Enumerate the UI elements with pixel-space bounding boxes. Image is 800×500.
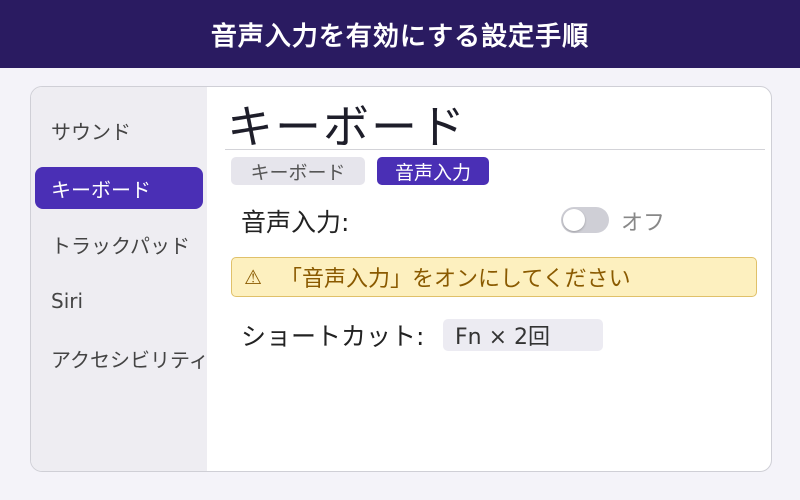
sidebar-item-sound[interactable]: サウンド — [35, 109, 203, 151]
tab-label: キーボード — [250, 161, 346, 184]
sidebar-item-label: サウンド — [51, 119, 131, 144]
tab-dictation[interactable]: 音声入力 — [377, 157, 489, 185]
instruction-header: 音声入力を有効にする設定手順 — [0, 0, 800, 68]
toggle-state-label: オフ — [621, 211, 666, 236]
dictation-label: 音声入力: — [241, 208, 350, 237]
warning-banner: ⚠ 「音声入力」をオンにしてください — [231, 257, 757, 297]
toggle-knob — [563, 209, 585, 231]
warning-text: 「音声入力」をオンにしてください — [280, 267, 631, 292]
shortcut-value: Fn × 2回 — [455, 325, 551, 350]
sidebar-item-siri[interactable]: Siri — [35, 280, 203, 322]
title-divider — [225, 149, 765, 150]
dictation-toggle[interactable] — [561, 207, 609, 233]
sidebar-item-label: Siri — [51, 289, 84, 313]
sidebar-item-accessibility[interactable]: アクセシビリティ — [35, 337, 209, 379]
shortcut-selector[interactable]: Fn × 2回 — [443, 319, 603, 351]
warning-triangle-icon: ⚠ — [244, 265, 262, 289]
instruction-title: 音声入力を有効にする設定手順 — [210, 21, 590, 52]
page-title: キーボード — [227, 100, 467, 154]
shortcut-label: ショートカット: — [241, 322, 425, 351]
sidebar-item-label: トラックパッド — [51, 233, 190, 258]
sidebar-item-keyboard[interactable]: キーボード — [35, 167, 203, 209]
sidebar-item-trackpad[interactable]: トラックパッド — [35, 223, 203, 265]
sidebar-item-label: キーボード — [51, 177, 151, 202]
settings-pane: キーボード キーボード 音声入力 音声入力: オフ ⚠ 「音声入力」をオンにして… — [207, 87, 771, 471]
tab-label: 音声入力 — [394, 161, 471, 184]
sidebar-item-label: アクセシビリティ — [51, 347, 209, 372]
sidebar: サウンド キーボード トラックパッド Siri アクセシビリティ — [31, 87, 209, 471]
tab-keyboard[interactable]: キーボード — [231, 157, 365, 185]
settings-window: サウンド キーボード トラックパッド Siri アクセシビリティ キーボード キ… — [30, 86, 772, 472]
